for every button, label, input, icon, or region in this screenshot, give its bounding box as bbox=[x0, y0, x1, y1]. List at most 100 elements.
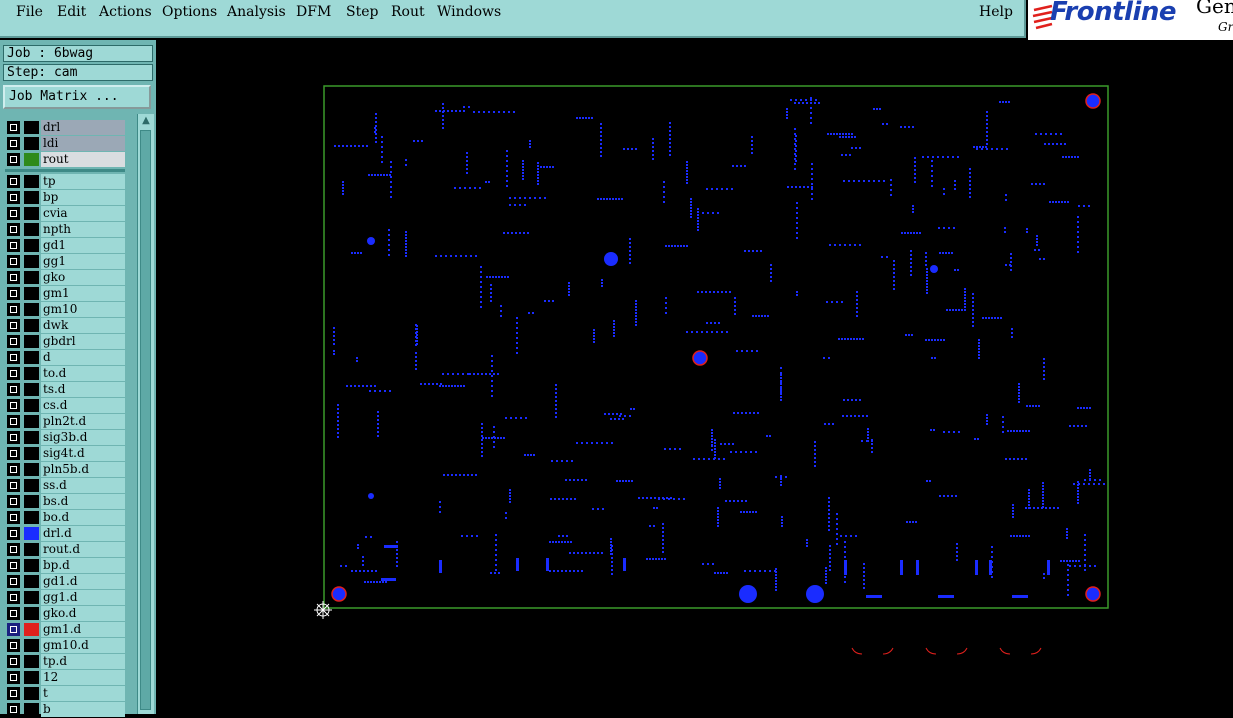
layer-name[interactable]: gg1 bbox=[41, 254, 125, 269]
layer-name[interactable]: b bbox=[41, 702, 125, 717]
menu-file[interactable]: File bbox=[16, 4, 43, 20]
job-matrix-button[interactable]: Job Matrix ... bbox=[3, 85, 151, 109]
layer-checkbox[interactable] bbox=[7, 399, 20, 412]
layer-color-swatch[interactable] bbox=[24, 399, 39, 412]
layer-name[interactable]: gd1 bbox=[41, 238, 125, 253]
layer-row[interactable]: drl bbox=[5, 120, 125, 135]
layer-color-swatch[interactable] bbox=[24, 191, 39, 204]
layer-color-swatch[interactable] bbox=[24, 367, 39, 380]
layer-checkbox[interactable] bbox=[7, 351, 20, 364]
layer-checkbox[interactable] bbox=[7, 239, 20, 252]
layer-row[interactable]: 12 bbox=[5, 670, 125, 685]
layer-color-swatch[interactable] bbox=[24, 121, 39, 134]
layer-checkbox[interactable] bbox=[7, 121, 20, 134]
layer-row[interactable]: rout bbox=[5, 152, 125, 167]
layer-color-swatch[interactable] bbox=[24, 351, 39, 364]
layer-name[interactable]: cvia bbox=[41, 206, 125, 221]
scroll-thumb[interactable] bbox=[140, 130, 151, 710]
layer-color-swatch[interactable] bbox=[24, 703, 39, 716]
graphics-canvas[interactable] bbox=[156, 40, 1233, 714]
layer-checkbox[interactable] bbox=[7, 447, 20, 460]
layer-color-swatch[interactable] bbox=[24, 287, 39, 300]
layer-checkbox[interactable] bbox=[7, 431, 20, 444]
layer-row[interactable]: tp.d bbox=[5, 654, 125, 669]
layer-color-swatch[interactable] bbox=[24, 639, 39, 652]
menu-rout[interactable]: Rout bbox=[391, 4, 425, 20]
layer-name[interactable]: gm10.d bbox=[41, 638, 125, 653]
menu-windows[interactable]: Windows bbox=[437, 4, 501, 20]
layer-checkbox[interactable] bbox=[7, 255, 20, 268]
pcb-board-view[interactable] bbox=[156, 40, 1233, 714]
layer-checkbox[interactable] bbox=[7, 223, 20, 236]
layer-color-swatch[interactable] bbox=[24, 207, 39, 220]
layer-name[interactable]: npth bbox=[41, 222, 125, 237]
layer-row[interactable]: gbdrl bbox=[5, 334, 125, 349]
layer-name[interactable]: drl bbox=[41, 120, 125, 135]
layer-name[interactable]: bp.d bbox=[41, 558, 125, 573]
layer-name[interactable]: ss.d bbox=[41, 478, 125, 493]
layer-color-swatch[interactable] bbox=[24, 431, 39, 444]
layer-color-swatch[interactable] bbox=[24, 671, 39, 684]
scroll-up-arrow-icon[interactable]: ▲ bbox=[139, 115, 153, 127]
layer-row[interactable]: gg1 bbox=[5, 254, 125, 269]
layer-row[interactable]: drl.d bbox=[5, 526, 125, 541]
layer-row[interactable]: tp bbox=[5, 174, 125, 189]
layer-row[interactable]: to.d bbox=[5, 366, 125, 381]
layer-row[interactable]: gd1 bbox=[5, 238, 125, 253]
layer-name[interactable]: ts.d bbox=[41, 382, 125, 397]
layer-name[interactable]: bs.d bbox=[41, 494, 125, 509]
layer-row[interactable]: gko bbox=[5, 270, 125, 285]
menu-step[interactable]: Step bbox=[346, 4, 378, 20]
layer-checkbox[interactable] bbox=[7, 591, 20, 604]
layer-name[interactable]: gko.d bbox=[41, 606, 125, 621]
menu-dfm[interactable]: DFM bbox=[296, 4, 331, 20]
layer-checkbox[interactable] bbox=[7, 511, 20, 524]
layer-checkbox[interactable] bbox=[7, 527, 20, 540]
layer-color-swatch[interactable] bbox=[24, 255, 39, 268]
layer-name[interactable]: tp.d bbox=[41, 654, 125, 669]
layer-checkbox[interactable] bbox=[7, 303, 20, 316]
layer-name[interactable]: pln5b.d bbox=[41, 462, 125, 477]
layer-checkbox[interactable] bbox=[7, 655, 20, 668]
layer-name[interactable]: gbdrl bbox=[41, 334, 125, 349]
layer-checkbox[interactable] bbox=[7, 607, 20, 620]
layer-color-swatch[interactable] bbox=[24, 575, 39, 588]
layer-color-swatch[interactable] bbox=[24, 623, 39, 636]
layer-checkbox[interactable] bbox=[7, 559, 20, 572]
layer-row[interactable]: gm1 bbox=[5, 286, 125, 301]
layer-row[interactable]: bp.d bbox=[5, 558, 125, 573]
layer-color-swatch[interactable] bbox=[24, 527, 39, 540]
menu-options[interactable]: Options bbox=[162, 4, 217, 20]
layer-name[interactable]: t bbox=[41, 686, 125, 701]
layer-name[interactable]: d bbox=[41, 350, 125, 365]
layer-color-swatch[interactable] bbox=[24, 687, 39, 700]
layer-row[interactable]: gg1.d bbox=[5, 590, 125, 605]
layer-name[interactable]: rout.d bbox=[41, 542, 125, 557]
layer-checkbox[interactable] bbox=[7, 623, 20, 636]
layer-color-swatch[interactable] bbox=[24, 479, 39, 492]
layer-row[interactable]: gko.d bbox=[5, 606, 125, 621]
layer-name[interactable]: gm1.d bbox=[41, 622, 125, 637]
layer-name[interactable]: gm1 bbox=[41, 286, 125, 301]
layer-checkbox[interactable] bbox=[7, 137, 20, 150]
layer-row[interactable]: gm1.d bbox=[5, 622, 125, 637]
layer-checkbox[interactable] bbox=[7, 415, 20, 428]
layer-name[interactable]: ldi bbox=[41, 136, 125, 151]
layer-row[interactable]: dwk bbox=[5, 318, 125, 333]
layer-color-swatch[interactable] bbox=[24, 415, 39, 428]
layer-row[interactable]: cs.d bbox=[5, 398, 125, 413]
layer-color-swatch[interactable] bbox=[24, 655, 39, 668]
menu-actions[interactable]: Actions bbox=[99, 4, 152, 20]
layer-color-swatch[interactable] bbox=[24, 607, 39, 620]
layer-color-swatch[interactable] bbox=[24, 511, 39, 524]
layer-name[interactable]: to.d bbox=[41, 366, 125, 381]
layer-checkbox[interactable] bbox=[7, 207, 20, 220]
layer-checkbox[interactable] bbox=[7, 367, 20, 380]
layer-row[interactable]: sig3b.d bbox=[5, 430, 125, 445]
layer-row[interactable]: pln2t.d bbox=[5, 414, 125, 429]
layer-checkbox[interactable] bbox=[7, 319, 20, 332]
layer-row[interactable]: cvia bbox=[5, 206, 125, 221]
layer-row[interactable]: rout.d bbox=[5, 542, 125, 557]
layer-color-swatch[interactable] bbox=[24, 559, 39, 572]
layer-checkbox[interactable] bbox=[7, 175, 20, 188]
